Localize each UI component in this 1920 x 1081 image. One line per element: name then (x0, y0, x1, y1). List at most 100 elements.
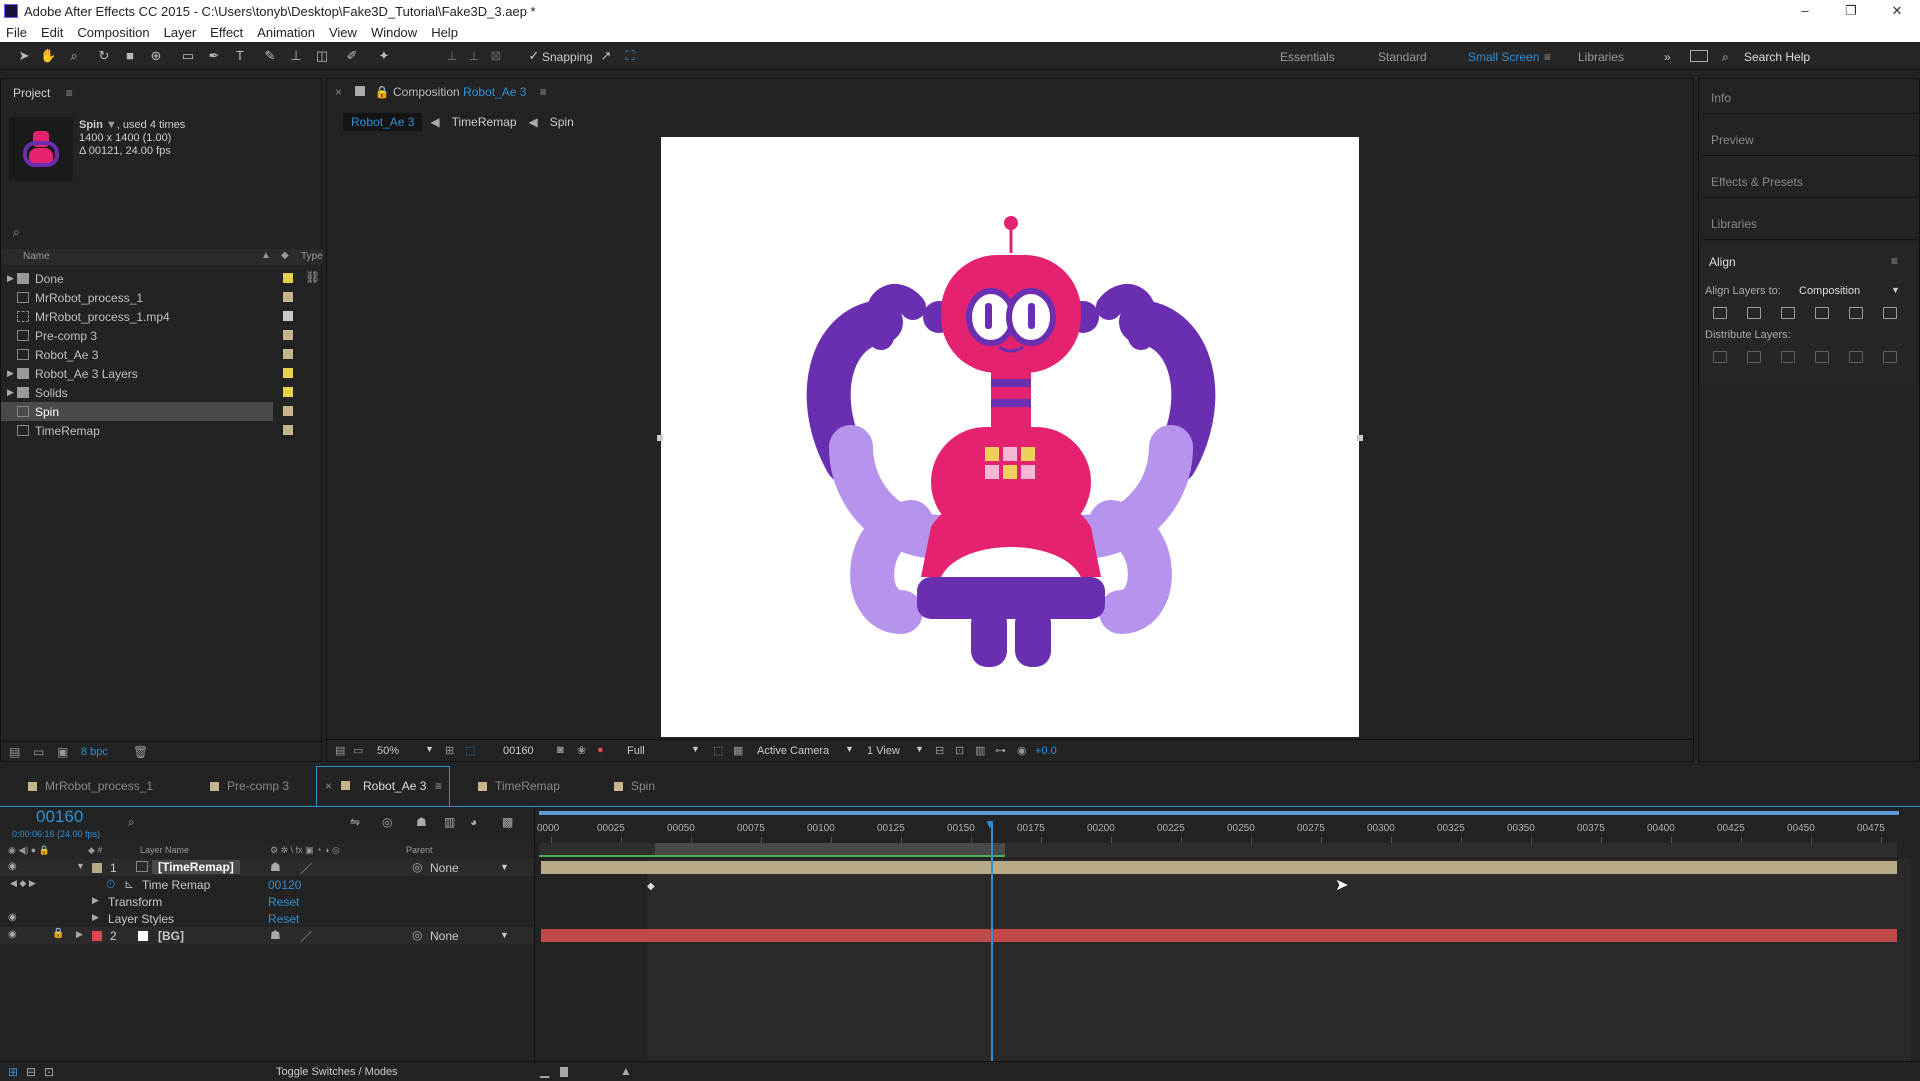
panel-menu-icon[interactable]: ≡ (435, 779, 442, 793)
property-row-time-remap[interactable]: ◀ ◆ ▶ ⏱ ⊾ Time Remap 00120 (0, 876, 534, 893)
camera-dropdown-icon[interactable]: ▼ (845, 744, 854, 754)
work-area-navigator[interactable] (539, 811, 1899, 815)
in-out-icon[interactable]: ⊡ (44, 1065, 54, 1079)
minimize-button[interactable]: – (1782, 0, 1828, 22)
tab-spin[interactable]: Spin (614, 772, 655, 800)
layer-row-timeremap[interactable]: ◉ ▼ 1 [TimeRemap] ☗ ／ ◎ None ▼ (0, 859, 534, 876)
view-layout-dropdown-icon[interactable]: ▼ (915, 744, 924, 754)
distribute-top-icon[interactable] (1713, 351, 1727, 363)
expand-arrow-icon[interactable]: ▶ (76, 929, 83, 940)
interpret-footage-icon[interactable]: ▤ (9, 745, 20, 759)
visibility-eye-icon[interactable]: ◉ (8, 861, 17, 872)
sort-icon[interactable]: ▲ (261, 250, 271, 261)
quality-switch-icon[interactable]: ／ (300, 860, 312, 877)
workspace-essentials[interactable]: Essentials (1280, 50, 1335, 64)
parent-dropdown-icon[interactable]: ▼ (500, 862, 509, 872)
view-axis-icon[interactable]: ⊠ (488, 48, 504, 64)
label-swatch[interactable] (283, 330, 293, 340)
close-tab-icon[interactable]: × (325, 779, 332, 793)
new-folder-icon[interactable]: ▭ (33, 745, 44, 759)
zoom-in-icon[interactable]: ▲ (620, 1064, 632, 1078)
selected-item-dropdown-icon[interactable]: ▼ (106, 119, 117, 131)
current-time-display[interactable]: 00160 (503, 745, 534, 757)
label-swatch[interactable] (283, 349, 293, 359)
camera-tool-icon[interactable]: ■ (122, 48, 138, 64)
distribute-bottom-icon[interactable] (1781, 351, 1795, 363)
layer-row-bg[interactable]: ◉ 🔒 ▶ 2 [BG] ☗ ／ ◎ None ▼ (0, 927, 534, 944)
shy-switch-icon[interactable]: ☗ (270, 928, 281, 942)
align-top-icon[interactable] (1815, 307, 1829, 319)
quality-switch-icon[interactable]: ／ (300, 928, 312, 945)
distribute-horizontal-center-icon[interactable] (1849, 351, 1863, 363)
layer-label-swatch[interactable] (92, 931, 102, 941)
exposure-value[interactable]: +0.0 (1035, 745, 1057, 757)
graph-icon[interactable]: ⊾ (124, 877, 134, 891)
pick-whip-icon[interactable]: ◎ (412, 928, 422, 942)
frame-blending-icon[interactable]: ▥ (444, 815, 455, 829)
tab-pre-comp-3[interactable]: Pre-comp 3 (210, 772, 289, 800)
breadcrumb-spin[interactable]: Spin (546, 113, 578, 131)
align-left-icon[interactable] (1713, 307, 1727, 319)
toggle-pixel-aspect-icon[interactable]: ⊟ (935, 744, 944, 757)
timeline-search-icon[interactable]: ⌕ (128, 815, 135, 830)
visibility-eye-icon[interactable]: ◉ (8, 912, 17, 923)
fast-previews-icon[interactable]: ⊡ (955, 744, 964, 757)
rectangle-tool-icon[interactable]: ▭ (180, 48, 196, 64)
layer-label-swatch[interactable] (92, 863, 102, 873)
search-help-icon[interactable]: ⌕ (1722, 50, 1729, 65)
snap-option-icon[interactable]: ↗ (598, 48, 614, 64)
property-value[interactable]: 00120 (268, 878, 301, 892)
menu-layer[interactable]: Layer (164, 25, 197, 40)
tab-timeremap[interactable]: TimeRemap (478, 772, 560, 800)
comp-mini-flowchart-icon[interactable]: ⇋ (350, 815, 360, 829)
show-snapshot-icon[interactable]: ❀ (577, 744, 586, 757)
property-row-layer-styles[interactable]: ◉ ▶ Layer Styles Reset (0, 910, 534, 927)
label-swatch[interactable] (283, 273, 293, 283)
snapshot-icon[interactable]: ◙ (557, 744, 564, 756)
column-parent[interactable]: Parent (406, 845, 433, 855)
menu-edit[interactable]: Edit (41, 25, 63, 40)
menu-help[interactable]: Help (431, 25, 458, 40)
timeline-icon[interactable]: ▥ (975, 744, 985, 757)
stopwatch-icon[interactable]: ⏱ (106, 877, 115, 892)
magnification-dropdown-icon[interactable]: ▼ (425, 744, 434, 754)
resolution-value[interactable]: Full (627, 745, 645, 757)
panel-menu-icon[interactable]: ≡ (66, 86, 73, 100)
search-help-label[interactable]: Search Help (1744, 50, 1810, 64)
project-item-robot-ae-3-layers[interactable]: ▶ Robot_Ae 3 Layers (1, 364, 321, 383)
zoom-tool-icon[interactable]: ⌕ (66, 48, 82, 64)
snapping-checkbox-icon[interactable]: ✓ (526, 48, 542, 64)
lock-icon[interactable]: 🔒 (375, 85, 390, 99)
align-horizontal-center-icon[interactable] (1747, 307, 1761, 319)
align-right-icon[interactable] (1781, 307, 1795, 319)
align-vertical-center-icon[interactable] (1849, 307, 1863, 319)
current-time-display[interactable]: 00160 (36, 807, 83, 827)
menu-view[interactable]: View (329, 25, 357, 40)
hide-shy-layers-icon[interactable]: ☗ (416, 815, 427, 829)
motion-blur-icon[interactable]: ◕ (470, 815, 477, 829)
puppet-pin-tool-icon[interactable]: ✦ (376, 48, 392, 64)
keyframe-icon[interactable]: ◆ (647, 881, 655, 892)
workspace-overflow-icon[interactable]: » (1664, 50, 1671, 64)
workspace-menu-icon[interactable]: ≡ (1544, 50, 1551, 64)
selection-tool-icon[interactable]: ➤ (16, 48, 32, 64)
pen-tool-icon[interactable]: ✒ (206, 48, 222, 64)
brush-tool-icon[interactable]: ✎ (262, 48, 278, 64)
resolution-dropdown-icon[interactable]: ▼ (691, 744, 700, 754)
view-layout-value[interactable]: 1 View (867, 745, 900, 757)
transfer-controls-icon[interactable]: ⊟ (26, 1065, 36, 1079)
toggle-switches-modes-button[interactable]: Toggle Switches / Modes (276, 1066, 398, 1078)
exposure-reset-icon[interactable]: ◉ (1017, 744, 1027, 757)
tab-robot-ae-3[interactable]: × Robot_Ae 3 ≡ (316, 766, 450, 806)
align-to-dropdown[interactable]: Composition (1799, 285, 1860, 297)
pick-whip-icon[interactable]: ◎ (412, 860, 422, 874)
property-value[interactable]: Reset (268, 912, 299, 926)
project-item-done[interactable]: ▶ Done ⛓ (1, 269, 321, 288)
visibility-eye-icon[interactable]: ◉ (8, 929, 17, 940)
parent-dropdown[interactable]: None (430, 929, 459, 943)
label-swatch[interactable] (283, 425, 293, 435)
draft-3d-icon[interactable]: ◎ (382, 815, 392, 829)
label-swatch[interactable] (283, 368, 293, 378)
camera-view-value[interactable]: Active Camera (757, 745, 829, 757)
layer-name[interactable]: [BG] (158, 929, 184, 943)
